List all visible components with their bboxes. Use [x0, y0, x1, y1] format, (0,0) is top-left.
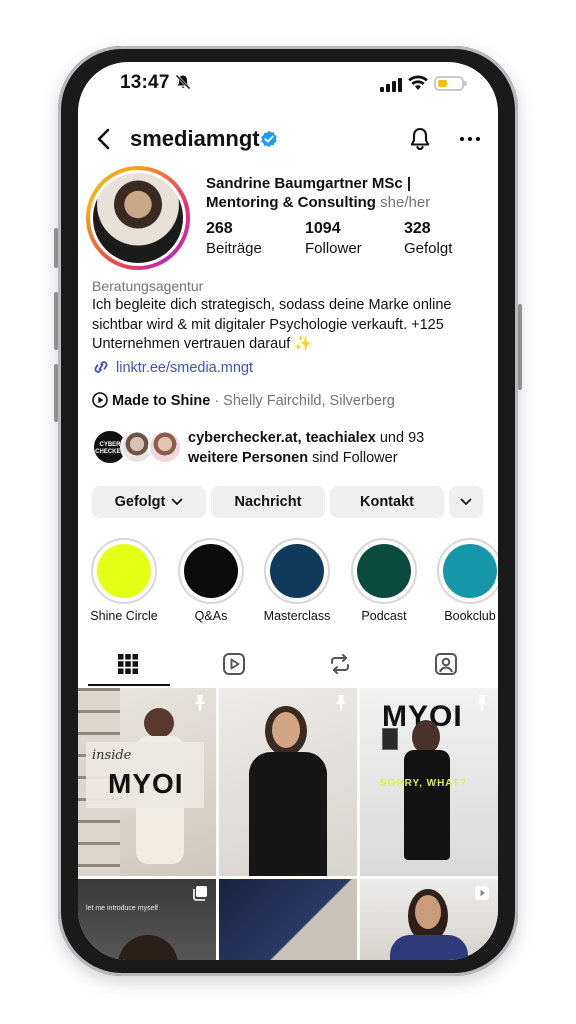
link-icon: [94, 361, 108, 373]
power-button: [518, 304, 522, 390]
contact-button[interactable]: Kontakt: [330, 486, 444, 518]
post-photo-person: [412, 720, 440, 754]
tagged-icon[interactable]: [434, 652, 458, 676]
followed-by-names: cyberchecker.at, teachialex: [188, 430, 376, 446]
highlight-cover: [357, 544, 411, 598]
stat-posts-count: 268: [206, 220, 233, 237]
username-title: smediamngt: [130, 126, 260, 151]
reposts-icon[interactable]: [328, 652, 352, 676]
followed-by[interactable]: CYBER CHECKER cyberchecker.at, teachiale…: [92, 428, 492, 468]
highlight-cover: [443, 544, 497, 598]
highlight-masterclass[interactable]: Masterclass: [262, 538, 332, 623]
active-tab-indicator: [88, 684, 170, 686]
post-tile[interactable]: [360, 879, 498, 960]
signal-icon: [380, 78, 402, 92]
pin-icon: [477, 695, 487, 711]
phone-screen: 13:47 smediamngt Sandrine Baumgartner MS…: [78, 62, 498, 960]
battery-icon: [434, 76, 467, 91]
battery-level: [438, 80, 447, 87]
verified-badge-icon: [261, 130, 277, 148]
post-photo-person: [144, 708, 174, 738]
post-tile[interactable]: inside MYOI: [78, 688, 216, 876]
profile-link-text: linktr.ee/smedia.mngt: [116, 360, 254, 376]
highlight-bookclub[interactable]: Bookclub: [435, 538, 498, 623]
back-arrow-icon[interactable]: [92, 126, 116, 152]
message-button-label: Nachricht: [234, 494, 302, 510]
status-bar: 13:47: [78, 62, 498, 106]
post-caption-sub: SORRY, WHAT?: [380, 778, 467, 789]
stat-followers-count: 1094: [305, 220, 341, 237]
stat-following[interactable]: 328 Gefolgt: [404, 220, 452, 257]
profile-avatar: [93, 173, 183, 263]
post-tile[interactable]: MYOI SORRY, WHAT?: [360, 688, 498, 876]
post-caption-big: MYOI: [108, 768, 184, 799]
chevron-down-icon: [171, 498, 183, 506]
suggested-users-button[interactable]: [449, 486, 483, 518]
music-artists: · Shelly Fairchild, Silverberg: [214, 393, 395, 409]
wifi-icon: [408, 75, 428, 90]
play-circle-icon: [92, 392, 108, 408]
reel-icon: [475, 886, 489, 900]
profile-avatar-ring[interactable]: [86, 166, 190, 270]
stat-following-count: 328: [404, 220, 431, 237]
post-photo-book: [382, 728, 398, 750]
post-photo-face: [272, 712, 300, 748]
notifications-bell-icon[interactable]: [408, 126, 432, 152]
more-options-icon[interactable]: [458, 128, 482, 150]
followed-by-more: weitere Personen: [188, 449, 309, 466]
profile-category: Beratungsagentur: [92, 278, 204, 294]
highlight-shine-circle[interactable]: Shine Circle: [89, 538, 159, 623]
profile-pronouns: she/her: [380, 194, 431, 211]
profile-name: Sandrine Baumgartner MSc | Mentoring & C…: [206, 174, 486, 212]
followed-by-text: cyberchecker.at, teachialex und 93 weite…: [188, 429, 488, 468]
following-button[interactable]: Gefolgt: [92, 486, 206, 518]
highlight-label: Q&As: [194, 609, 228, 623]
followed-by-end: sind Follower: [308, 449, 398, 466]
stat-followers[interactable]: 1094 Follower: [305, 220, 362, 257]
reels-icon[interactable]: [222, 652, 246, 676]
following-button-label: Gefolgt: [114, 494, 166, 510]
contact-button-label: Kontakt: [360, 494, 414, 510]
highlight-podcast[interactable]: Podcast: [349, 538, 419, 623]
music-title: Made to Shine: [112, 393, 211, 409]
status-time: 13:47: [120, 72, 170, 93]
post-photo-face: [415, 895, 441, 929]
post-tile[interactable]: let me introduce myself: [78, 879, 216, 960]
post-tile[interactable]: [219, 688, 357, 876]
bell-off-icon: [175, 74, 191, 90]
highlight-label: Bookclub: [444, 609, 496, 623]
highlight-cover: [97, 544, 151, 598]
post-photo-person: [118, 935, 178, 960]
stat-followers-label: Follower: [305, 240, 362, 257]
carousel-icon: [193, 886, 207, 901]
post-photo-suit: [404, 750, 450, 860]
pin-icon: [336, 695, 346, 711]
highlight-qas[interactable]: Q&As: [176, 538, 246, 623]
message-button[interactable]: Nachricht: [211, 486, 325, 518]
stat-posts[interactable]: 268 Beiträge: [206, 220, 262, 257]
stat-posts-label: Beiträge: [206, 240, 262, 257]
profile-music[interactable]: Made to Shine · Shelly Fairchild, Silver…: [92, 392, 395, 409]
highlight-cover: [270, 544, 324, 598]
stat-following-label: Gefolgt: [404, 240, 453, 257]
pin-icon: [195, 695, 205, 711]
grid-icon[interactable]: [116, 652, 140, 676]
highlight-label: Podcast: [361, 609, 407, 623]
follower-avatar-third: [148, 430, 182, 464]
post-tile[interactable]: [219, 879, 357, 960]
highlight-label: Masterclass: [263, 609, 331, 623]
profile-bio: Ich begleite dich strategisch, sodass de…: [92, 297, 452, 352]
post-photo-blazer: [390, 935, 468, 960]
followed-by-mid: und 93: [375, 430, 425, 446]
post-photo-suit: [249, 752, 327, 876]
chevron-down-icon: [460, 498, 472, 506]
post-caption-small: let me introduce myself: [86, 905, 158, 912]
highlight-label: Shine Circle: [90, 609, 158, 623]
posts-grid: inside MYOI MYOI SORRY, WHAT? let me int…: [78, 688, 498, 960]
highlight-cover: [184, 544, 238, 598]
profile-tabs: [78, 648, 498, 688]
profile-link[interactable]: linktr.ee/smedia.mngt: [92, 360, 253, 376]
post-caption-small: inside: [92, 748, 132, 763]
